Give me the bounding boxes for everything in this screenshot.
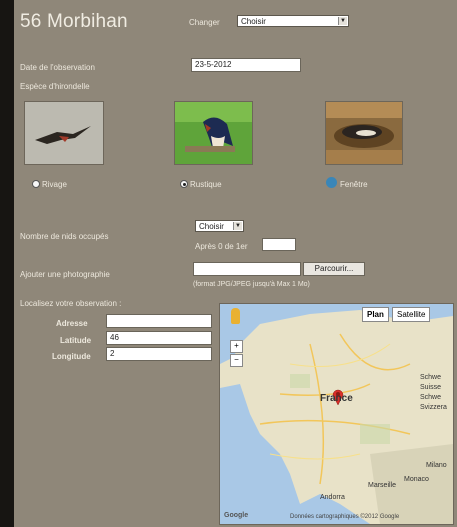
map-plan-button[interactable]: Plan xyxy=(362,307,389,322)
species-label: Espèce d'hirondelle xyxy=(20,82,90,91)
species-photo-fenetre[interactable] xyxy=(325,101,403,165)
map-label-east3: Schwe xyxy=(420,394,442,401)
left-sidebar-strip xyxy=(0,0,14,527)
nest-count-select[interactable]: Choisir ▼ xyxy=(195,220,244,232)
map-label-south1: Andorra xyxy=(320,494,345,501)
zoom-out-icon[interactable]: − xyxy=(230,354,243,367)
nest-count-select-value: Choisir xyxy=(199,222,224,231)
nest-count-label: Nombre de nids occupés xyxy=(20,232,109,241)
species-label-rustique: Rustique xyxy=(190,180,222,189)
species-label-rivage: Rivage xyxy=(42,180,67,189)
france-map-image xyxy=(220,304,453,524)
species-radio-rustique[interactable] xyxy=(180,180,188,188)
change-label: Changer xyxy=(189,18,220,27)
map-label-south2: Marseille xyxy=(368,482,397,489)
photo-format-hint: (format JPG/JPEG jusqu'à Max 1 Mo) xyxy=(193,281,310,288)
location-label: Localisez votre observation : xyxy=(20,299,122,308)
map-label-east1: Schwe xyxy=(420,374,442,381)
date-label: Date de l'observation xyxy=(20,63,95,72)
map-label-center: France xyxy=(320,393,353,404)
species-radio-fenetre[interactable] xyxy=(326,177,337,188)
page-title: 56 Morbihan xyxy=(20,11,128,32)
chevron-down-icon: ▼ xyxy=(233,222,242,230)
address-input[interactable] xyxy=(106,314,212,328)
date-input[interactable]: 23-5-2012 xyxy=(191,58,301,72)
department-select-value: Choisir xyxy=(241,17,266,26)
map-label-south3: Monaco xyxy=(404,476,429,483)
longitude-input[interactable]: 2 xyxy=(106,347,212,361)
species-radio-rivage[interactable] xyxy=(32,180,40,188)
browse-button[interactable]: Parcourir... xyxy=(303,262,365,276)
latitude-label: Latitude xyxy=(60,336,92,345)
map-satellite-button[interactable]: Satellite xyxy=(392,307,431,322)
photo-upload-label: Ajouter une photographie xyxy=(20,270,110,279)
swallow-nest-image xyxy=(326,102,402,164)
map-footer: Données cartographiques ©2012 Google xyxy=(290,514,400,520)
species-label-fenetre: Fenêtre xyxy=(340,180,368,189)
photo-file-input[interactable] xyxy=(193,262,301,276)
species-photo-rivage[interactable] xyxy=(24,101,104,165)
zoom-in-icon[interactable]: + xyxy=(230,340,243,353)
google-logo: Google xyxy=(224,512,249,519)
map-label-east4: Svizzera xyxy=(420,404,447,411)
map-label-east2: Suisse xyxy=(420,384,442,391)
map-label-east5: Milano xyxy=(426,462,447,469)
chevron-down-icon: ▼ xyxy=(338,17,347,25)
address-label: Adresse xyxy=(56,319,88,328)
nest-count-extra-label: Après 0 de 1er xyxy=(195,242,248,251)
department-select[interactable]: Choisir ▼ xyxy=(237,15,349,27)
street-view-pegman-icon[interactable] xyxy=(231,308,240,324)
longitude-label: Longitude xyxy=(52,352,91,361)
nest-count-extra-input[interactable] xyxy=(262,238,296,251)
location-map[interactable]: + − Plan Satellite France Schwe Suisse S… xyxy=(219,303,454,525)
swallow-perched-image xyxy=(175,102,252,164)
swallow-flight-image xyxy=(25,102,103,164)
species-photo-rustique[interactable] xyxy=(174,101,253,165)
latitude-input[interactable]: 46 xyxy=(106,331,212,345)
